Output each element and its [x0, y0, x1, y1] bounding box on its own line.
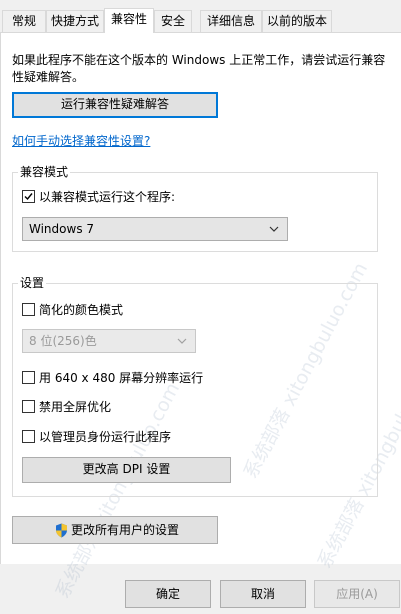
chevron-down-icon: [177, 338, 187, 344]
shield-icon: [56, 523, 67, 538]
os-version-value: Windows 7: [29, 222, 95, 236]
ok-button[interactable]: 确定: [125, 580, 211, 608]
checkmark-icon: [24, 193, 33, 201]
tab-strip: 常规 快捷方式 兼容性 安全 详细信息 以前的版本: [0, 0, 401, 33]
apply-button[interactable]: 应用(A): [314, 580, 400, 608]
color-depth-value: 8 位(256)色: [29, 334, 97, 348]
tab-previous-versions[interactable]: 以前的版本: [262, 10, 332, 32]
run-as-admin-checkbox[interactable]: [22, 430, 35, 443]
cancel-button[interactable]: 取消: [220, 580, 306, 608]
reduced-color-checkbox[interactable]: [22, 303, 35, 316]
change-all-users-button[interactable]: 更改所有用户的设置: [12, 516, 218, 544]
tab-shortcut[interactable]: 快捷方式: [46, 10, 104, 32]
reduced-color-label: 简化的颜色模式: [39, 303, 124, 317]
color-depth-select: 8 位(256)色: [22, 329, 196, 353]
resolution-checkbox[interactable]: [22, 371, 35, 384]
run-as-admin-label: 以管理员身份运行此程序: [39, 430, 172, 444]
fullscreen-optimization-checkbox[interactable]: [22, 400, 35, 413]
manual-settings-link[interactable]: 如何手动选择兼容性设置?: [12, 132, 150, 149]
tab-security[interactable]: 安全: [154, 10, 192, 32]
compat-mode-title: 兼容模式: [18, 165, 71, 179]
change-all-users-label: 更改所有用户的设置: [70, 523, 179, 537]
change-dpi-button[interactable]: 更改高 DPI 设置: [22, 457, 231, 483]
run-troubleshooter-button[interactable]: 运行兼容性疑难解答: [12, 92, 218, 118]
os-version-select[interactable]: Windows 7: [22, 217, 288, 241]
tab-general[interactable]: 常规: [2, 10, 46, 32]
compat-mode-label: 以兼容模式运行这个程序:: [39, 190, 176, 204]
compat-mode-checkbox[interactable]: [22, 190, 35, 203]
intro-text: 如果此程序不能在这个版本的 Windows 上正常工作，请尝试运行兼容性疑难解答…: [12, 53, 386, 84]
tab-compatibility[interactable]: 兼容性: [104, 8, 154, 33]
chevron-down-icon: [269, 226, 279, 232]
resolution-label: 用 640 x 480 屏幕分辨率运行: [39, 371, 204, 385]
fullscreen-optimization-label: 禁用全屏优化: [39, 400, 112, 414]
settings-title: 设置: [18, 276, 47, 290]
tab-details[interactable]: 详细信息: [200, 10, 262, 32]
